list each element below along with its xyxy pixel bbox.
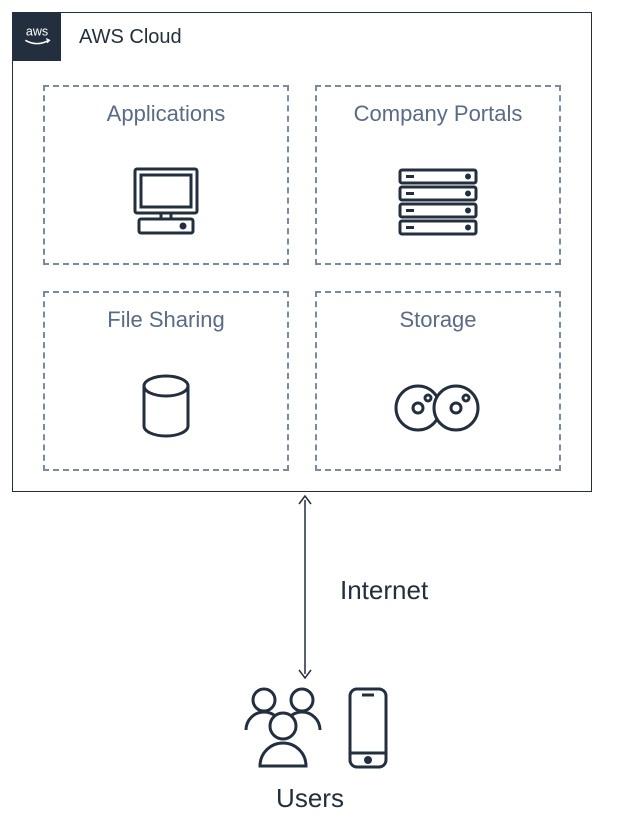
connection-arrow bbox=[295, 492, 315, 682]
file-sharing-box: File Sharing bbox=[43, 291, 289, 471]
box-label: Storage bbox=[399, 307, 476, 333]
box-label: Company Portals bbox=[354, 101, 523, 127]
applications-box: Applications bbox=[43, 85, 289, 265]
cloud-title: AWS Cloud bbox=[79, 26, 182, 49]
box-label: File Sharing bbox=[107, 307, 224, 333]
box-label: Applications bbox=[107, 101, 226, 127]
phone-icon bbox=[344, 683, 392, 773]
users-icons bbox=[228, 680, 392, 775]
discs-icon bbox=[317, 347, 559, 469]
company-portals-box: Company Portals bbox=[315, 85, 561, 265]
aws-logo-icon: aws bbox=[17, 17, 57, 57]
aws-cloud-container: aws AWS Cloud Applications Company Porta… bbox=[12, 12, 592, 492]
servers-icon bbox=[317, 141, 559, 263]
services-grid: Applications Company Portals bbox=[13, 61, 591, 501]
storage-box: Storage bbox=[315, 291, 561, 471]
cloud-header: aws AWS Cloud bbox=[13, 13, 591, 61]
cylinder-icon bbox=[45, 347, 287, 469]
users-section: Users bbox=[200, 680, 420, 814]
users-label: Users bbox=[276, 783, 344, 814]
internet-label: Internet bbox=[340, 575, 428, 606]
svg-text:aws: aws bbox=[26, 24, 48, 38]
aws-logo-badge: aws bbox=[13, 13, 61, 61]
computer-icon bbox=[45, 141, 287, 263]
people-icon bbox=[228, 680, 338, 775]
